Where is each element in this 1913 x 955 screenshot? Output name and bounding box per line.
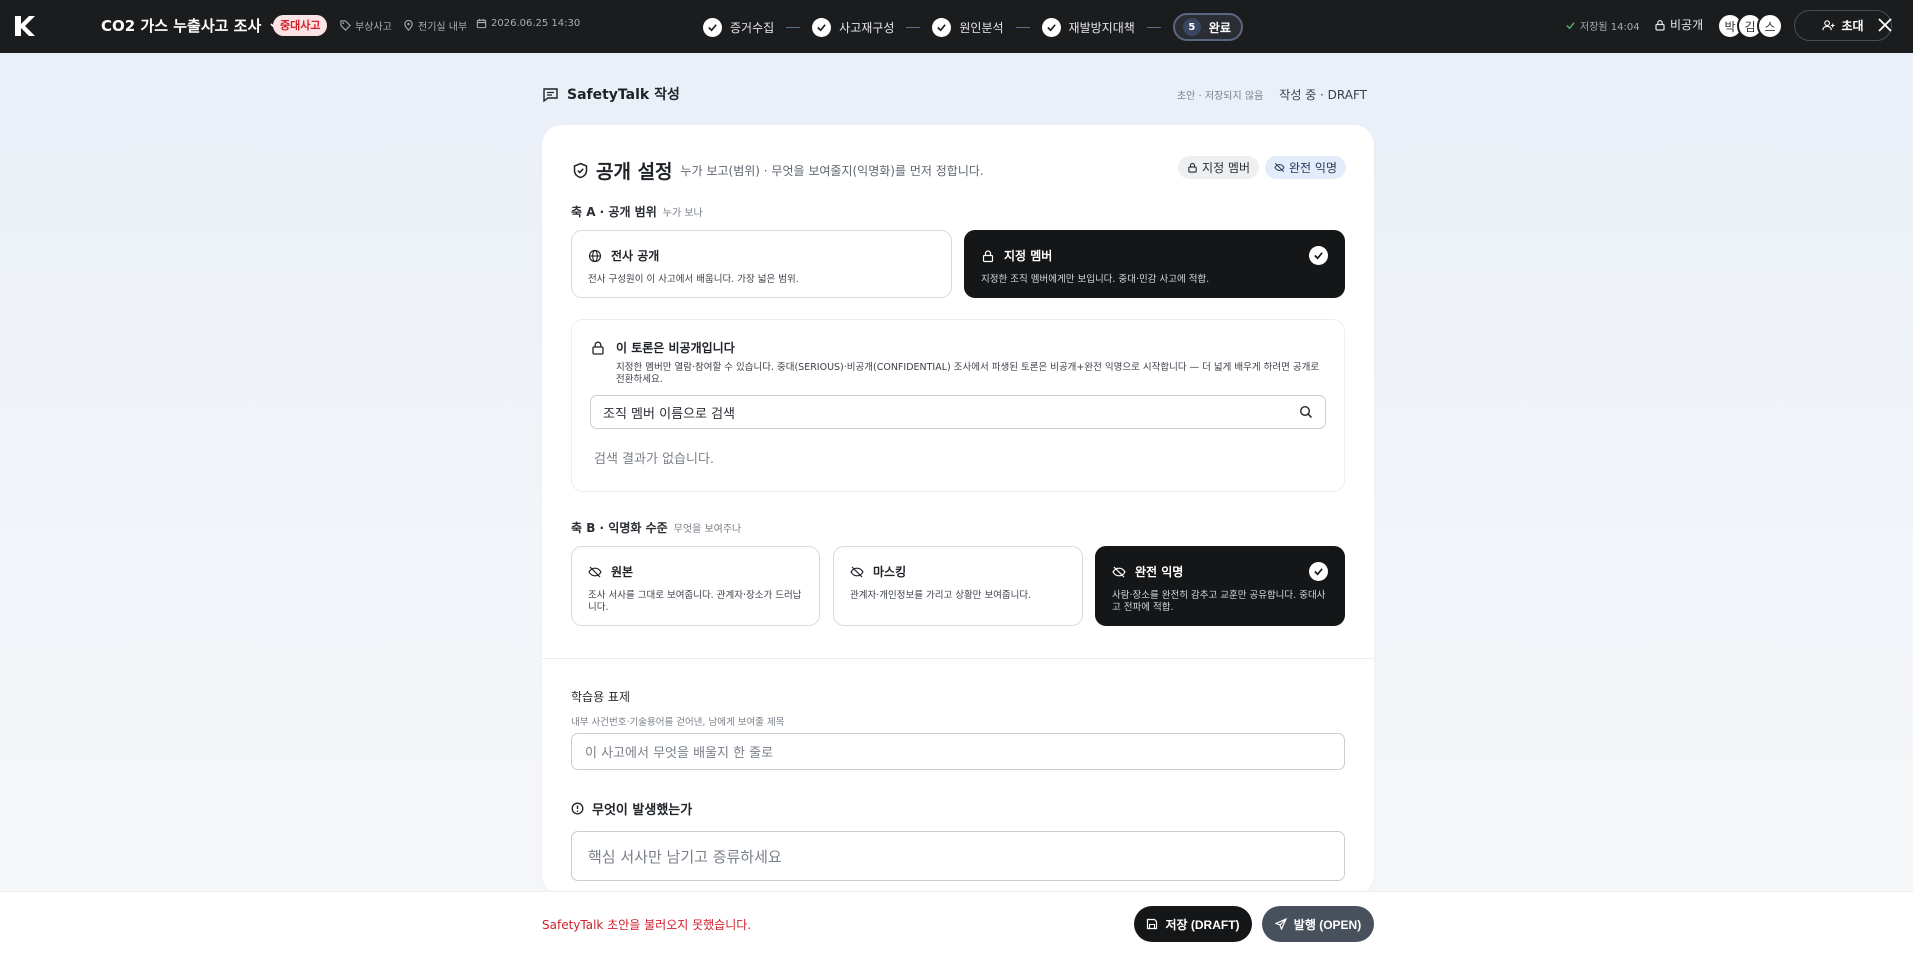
save-icon <box>1147 918 1158 930</box>
location-icon <box>404 20 413 31</box>
incident-title: CO2 가스 누출사고 조사 <box>101 17 262 35</box>
incident-title-menu[interactable]: CO2 가스 누출사고 조사 <box>101 15 281 36</box>
selected-check-icon <box>1309 246 1328 265</box>
save-draft-button[interactable]: 저장 (DRAFT) <box>1134 906 1252 942</box>
globe-icon <box>588 249 602 262</box>
check-icon <box>1041 17 1061 37</box>
scope-option-members[interactable]: 지정 멤버 지정한 조직 멤버에게만 보입니다. 중대·민감 사고에 적합. <box>964 230 1345 298</box>
what-happened-label: 무엇이 발생했는가 <box>571 799 692 818</box>
lock-icon <box>982 249 994 262</box>
step-complete[interactable]: 5 완료 <box>1172 13 1243 41</box>
page-header: SafetyTalk 작성 초안 · 저장되지 않음 작성 중 · DRAFT <box>542 84 1367 104</box>
step-prevention[interactable]: 재발방지대책 <box>1041 17 1135 37</box>
shield-icon <box>573 162 588 179</box>
safetytalk-form-card: 공개 설정 누가 보고(범위) · 무엇을 보여줄지(익명화)를 먼저 정합니다… <box>542 125 1374 895</box>
saved-status: 저장됨 14:04 <box>1565 18 1640 33</box>
step-cause-analysis[interactable]: 원인분석 <box>932 17 1004 37</box>
step-separator <box>906 26 921 28</box>
anon-option-full[interactable]: 완전 익명 사람·장소를 완전히 감추고 교훈만 공유합니다. 중대사고 전파에… <box>1095 546 1345 626</box>
avatar[interactable]: 스 <box>1757 13 1783 39</box>
progress-steps: 증거수집 사고재구성 원인분석 재발방지대책 5 완료 <box>703 12 1243 42</box>
check-icon <box>932 17 952 37</box>
section-divider <box>542 658 1374 659</box>
study-title-help: 내부 사건번호·기술용어를 걷어낸, 남에게 보여줄 제목 <box>571 717 785 728</box>
meta-category: 부상사고 <box>340 18 392 33</box>
visibility-section-header: 공개 설정 누가 보고(범위) · 무엇을 보여줄지(익명화)를 먼저 정합니다… <box>572 157 984 184</box>
eye-off-icon <box>850 566 864 577</box>
draft-note: 초안 · 저장되지 않음 <box>1176 90 1264 102</box>
send-icon <box>1274 918 1287 930</box>
study-title-input[interactable]: 이 사고에서 무엇을 배울지 한 줄로 <box>571 733 1345 770</box>
eye-off-icon <box>1112 566 1126 577</box>
member-search-input[interactable]: 조직 멤버 이름으로 검색 <box>590 395 1326 429</box>
participant-avatars: 박 김 스 <box>1717 13 1783 39</box>
step-evidence[interactable]: 증거수집 <box>703 17 774 37</box>
page-title: SafetyTalk 작성 <box>542 84 680 104</box>
search-empty-state: 검색 결과가 없습니다. <box>594 452 715 467</box>
eye-off-icon <box>1274 163 1285 172</box>
calendar-icon <box>476 18 487 29</box>
step-separator <box>1146 26 1161 28</box>
publish-button[interactable]: 발행 (OPEN) <box>1262 906 1374 942</box>
bottom-action-bar: SafetyTalk 초안을 불러오지 못했습니다. 저장 (DRAFT) 발행… <box>0 891 1913 955</box>
tag-icon <box>340 20 351 31</box>
logo-icon[interactable] <box>12 14 36 38</box>
check-icon <box>703 17 722 37</box>
axis-a-label: 축 A · 공개 범위 누가 보나 <box>571 205 703 219</box>
step-separator <box>1015 26 1030 28</box>
step-separator <box>786 26 801 28</box>
alert-circle-icon <box>571 802 584 815</box>
draft-status: 작성 중 · DRAFT <box>1279 87 1367 102</box>
selected-check-icon <box>1309 562 1328 581</box>
check-icon <box>812 17 832 37</box>
error-message: SafetyTalk 초안을 불러오지 못했습니다. <box>542 918 752 932</box>
private-members-panel: 이 토론은 비공개입니다 지정한 멤버만 열람·참여할 수 있습니다. 중대(S… <box>571 319 1345 492</box>
scope-option-company[interactable]: 전사 공개 전사 구성원이 이 사고에서 배웁니다. 가장 넓은 범위. <box>571 230 952 298</box>
meta-datetime: 2026.06.25 14:30 <box>476 18 580 29</box>
visibility-summary-chips: 지정 멤버 완전 익명 <box>1178 156 1346 179</box>
eye-off-icon <box>588 566 602 577</box>
anon-option-masking[interactable]: 마스킹 관계자·개인정보를 가리고 상황만 보여줍니다. <box>833 546 1083 626</box>
step-number: 5 <box>1182 18 1201 36</box>
private-panel-title: 이 토론은 비공개입니다 <box>616 341 735 355</box>
step-reconstruction[interactable]: 사고재구성 <box>812 17 894 37</box>
private-panel-description: 지정한 멤버만 열람·참여할 수 있습니다. 중대(SERIOUS)·비공개(C… <box>616 362 1320 386</box>
message-icon <box>543 87 558 102</box>
lock-icon <box>1188 162 1197 173</box>
top-bar: CO2 가스 누출사고 조사 중대사고 부상사고 전기실 내부 2026.06.… <box>0 0 1913 53</box>
study-title-label: 학습용 표제 <box>571 690 631 704</box>
close-icon[interactable] <box>1876 16 1894 34</box>
anon-option-original[interactable]: 원본 조사 서사를 그대로 보여줍니다. 관계자·장소가 드러납니다. <box>571 546 820 626</box>
user-plus-icon <box>1822 20 1835 31</box>
search-icon[interactable] <box>1299 405 1313 419</box>
severity-badge: 중대사고 <box>273 15 328 36</box>
lock-icon <box>1655 19 1665 31</box>
check-icon <box>1566 22 1575 30</box>
section-description: 누가 보고(범위) · 무엇을 보여줄지(익명화)를 먼저 정합니다. <box>680 164 984 178</box>
section-title: 공개 설정 <box>572 157 673 184</box>
what-happened-input[interactable]: 핵심 서사만 남기고 증류하세요 <box>571 831 1345 881</box>
axis-b-label: 축 B · 익명화 수준 무엇을 보여주나 <box>571 521 742 535</box>
lock-icon <box>592 341 604 355</box>
meta-location: 전기실 내부 <box>403 18 467 33</box>
anon-chip: 완전 익명 <box>1265 156 1346 179</box>
scope-chip: 지정 멤버 <box>1178 156 1260 179</box>
visibility-toggle[interactable]: 비공개 <box>1654 16 1703 33</box>
